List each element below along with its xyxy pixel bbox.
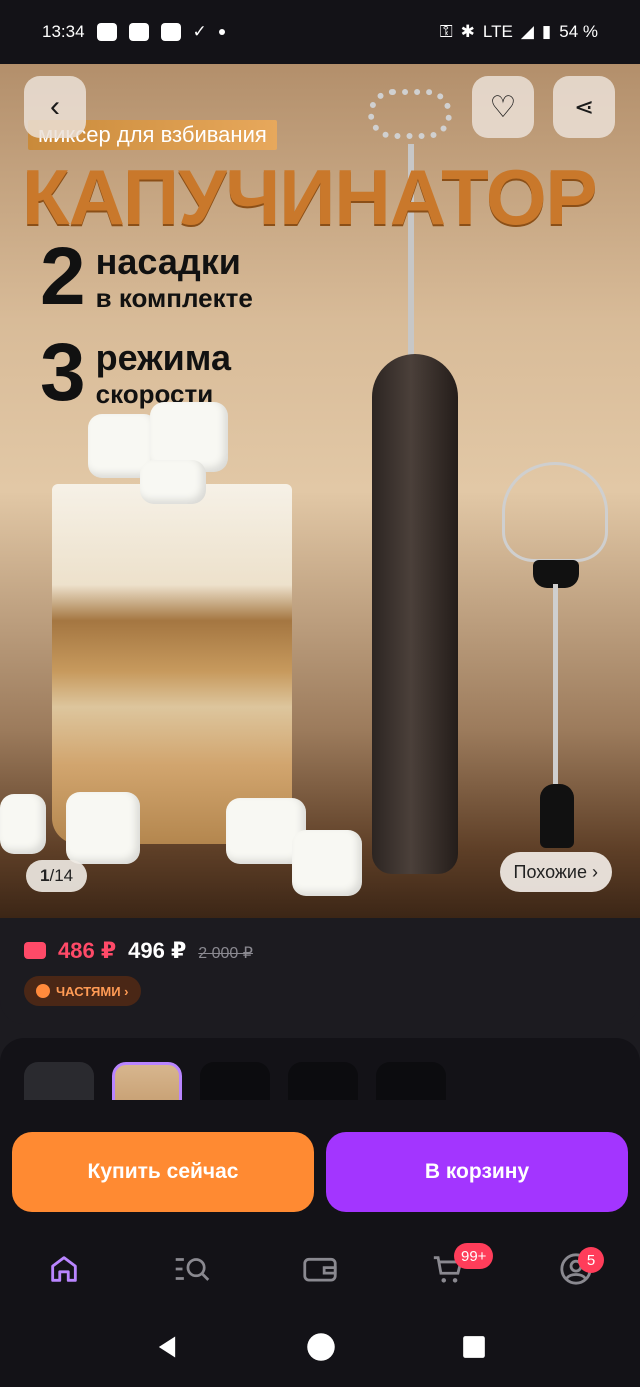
cart-badge: 99+ [454,1243,494,1269]
network-label: LTE [482,22,513,41]
system-navigation [0,1306,640,1387]
pie-chart-icon [36,984,50,998]
marshmallow-image [140,460,206,504]
feature-attachments: 2 насадки в комплекте [40,236,253,318]
home-icon [51,1256,77,1282]
back-button[interactable]: ‹ [24,76,86,138]
signal-icon: ◢ [520,22,534,41]
check-circle-icon: ✓ [192,22,207,41]
cappuccino-glass-image [52,484,292,844]
more-notifications-icon [218,29,225,35]
similar-button[interactable]: Похожие › [499,852,612,892]
feature-line1: насадки [95,240,241,282]
nav-cart[interactable]: 99+ [418,1239,494,1299]
variant-thumbnail[interactable] [24,1062,94,1100]
installment-label: ЧАСТЯМИ › [56,983,129,999]
profile-badge: 5 [578,1247,604,1273]
battery-icon: ▮ [541,22,552,41]
bottom-navigation: 99+ 5 [0,1232,640,1306]
catalog-search-icon [175,1258,210,1281]
feature-line1: режима [95,336,231,378]
back-triangle-icon[interactable] [153,1332,181,1362]
feature-number: 3 [40,327,86,418]
home-circle-icon[interactable] [306,1332,336,1362]
feature-line2: в комплекте [95,282,253,313]
youtube-icon [160,23,181,41]
app-notification-icon [128,23,149,41]
marshmallow-image [66,792,140,864]
similar-label: Похожие › [513,861,598,882]
nav-home[interactable] [34,1239,94,1299]
wallet-icon [303,1257,337,1282]
variant-thumbnail[interactable] [200,1062,270,1100]
status-time: 13:34 [42,22,85,41]
frother-handle-image [372,354,458,874]
add-to-cart-button[interactable]: В корзину [326,1132,628,1212]
purchase-actions: Купить сейчас В корзину [0,1100,640,1232]
installment-button[interactable]: ЧАСТЯМИ › [24,976,141,1006]
variant-thumbnail[interactable] [288,1062,358,1100]
buy-now-button[interactable]: Купить сейчас [12,1132,314,1212]
image-page-indicator: 1 /14 [26,860,88,892]
marshmallow-image [0,794,46,854]
battery-level: 54 % [559,22,598,41]
old-price: 2 000 ₽ [198,945,253,962]
share-button[interactable]: ⋖ [553,76,615,138]
page-current: 1 [40,866,50,885]
marshmallow-image [292,830,362,896]
whisk-rod-image [553,584,558,784]
variant-thumbnail[interactable] [376,1062,446,1100]
status-bar: 13:34 ✓ ⚿ ✱ LTE ◢ ▮ 54 % [0,0,640,64]
bluetooth-icon: ✱ [460,22,475,41]
heart-icon: ♡ [489,90,517,124]
feature-number: 2 [40,231,86,322]
nav-profile[interactable]: 5 [546,1239,606,1299]
image-title: КАПУЧИНАТОР [22,153,598,241]
wallet-price: 486 ₽ [58,938,117,963]
nav-catalog[interactable] [162,1239,222,1299]
current-price: 496 ₽ [128,938,187,963]
key-icon: ⚿ [439,22,453,41]
variant-thumbnails [0,1038,640,1100]
favorite-button[interactable]: ♡ [472,76,534,138]
price-section: 486 ₽ 496 ₽ 2 000 ₽ ЧАСТЯМИ › [0,918,640,1024]
whisk-image [502,462,608,562]
variant-thumbnail-selected[interactable] [112,1062,182,1100]
chevron-left-icon: ‹ [50,90,60,123]
product-image-gallery[interactable]: миксер для взбивания КАПУЧИНАТОР 2 насад… [0,64,640,918]
page-total: /14 [49,866,74,885]
wallet-icon [24,942,46,959]
app-notification-icon [96,23,117,41]
frother-coil-image [368,89,452,139]
nav-wallet[interactable] [290,1239,350,1299]
share-icon: ⋖ [573,93,595,121]
recents-square-icon[interactable] [461,1334,487,1360]
whisk-foot-image [540,784,574,848]
